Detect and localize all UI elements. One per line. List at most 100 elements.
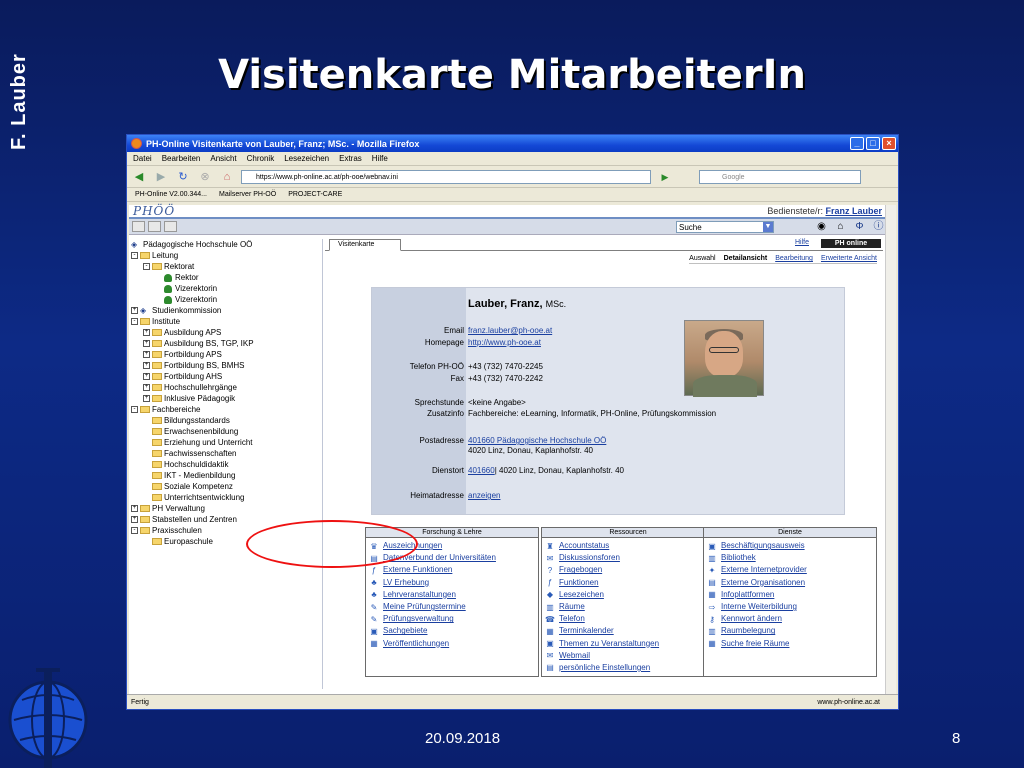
tab-visitenkarte[interactable]: Visitenkarte [329, 239, 401, 251]
panel-link[interactable]: ▥ Räume [545, 601, 711, 613]
tree-item[interactable]: Hochschuldidaktik [131, 459, 322, 470]
home-icon[interactable]: ⌂ [219, 169, 235, 185]
tree-item[interactable]: + ◈ Studienkommission [131, 305, 322, 316]
minimize-button[interactable]: _ [850, 137, 864, 150]
tree-item[interactable]: - Institute [131, 316, 322, 327]
panel-link[interactable]: ◆ Lesezeichen [545, 589, 711, 601]
panel-link[interactable]: ▥ Raumbelegung [707, 625, 873, 637]
tab-detailansicht[interactable]: Detailansicht [724, 255, 768, 262]
panel-link[interactable]: ⚷ Kennwort ändern [707, 613, 873, 625]
menu-ansicht[interactable]: Ansicht [210, 154, 236, 163]
reload-icon[interactable]: ↻ [175, 169, 191, 185]
tree-item[interactable]: Bildungsstandards [131, 415, 322, 426]
tree-item[interactable]: + Fortbildung APS [131, 349, 322, 360]
url-bar[interactable]: https://www.ph-online.ac.at/ph-ooe/webna… [241, 169, 651, 184]
collapse-icon[interactable]: - [131, 252, 138, 259]
panel-link[interactable]: ♣ Lehrveranstaltungen [369, 589, 535, 601]
tree-item[interactable]: - Rektorat [131, 261, 322, 272]
collapse-icon[interactable]: - [143, 263, 150, 270]
panel-link[interactable]: ƒ Externe Funktionen [369, 564, 535, 576]
expand-icon[interactable]: + [143, 373, 150, 380]
panel-link[interactable]: ▦ Infoplattformen [707, 589, 873, 601]
tree-item[interactable]: + Hochschullehrgänge [131, 382, 322, 393]
panel-link[interactable]: ✦ Externe Internetprovider [707, 564, 873, 576]
search-input[interactable]: Google [699, 169, 861, 184]
collapse-icon[interactable]: - [131, 406, 138, 413]
menu-bearbeiten[interactable]: Bearbeiten [162, 154, 201, 163]
office-link[interactable]: 401660 [468, 466, 495, 475]
tab-erweiterte-ansicht[interactable]: Erweiterte Ansicht [821, 255, 877, 262]
expand-icon[interactable]: + [143, 395, 150, 402]
bookmark-ph-online[interactable]: PH-Online V2.00.344... [135, 191, 207, 198]
tree-item[interactable]: Fachwissenschaften [131, 448, 322, 459]
maximize-button[interactable]: □ [866, 137, 880, 150]
tree-item[interactable]: + Ausbildung APS [131, 327, 322, 338]
tree-item[interactable]: + Ausbildung BS, TGP, IKP [131, 338, 322, 349]
panel-link[interactable]: ⇨ Interne Weiterbildung [707, 601, 873, 613]
toggle-button-2[interactable] [148, 221, 161, 232]
forward-icon[interactable]: ▶ [153, 169, 169, 185]
close-button[interactable]: × [882, 137, 896, 150]
menu-lesezeichen[interactable]: Lesezeichen [284, 154, 329, 163]
vertical-scrollbar[interactable] [885, 205, 896, 695]
tree-item[interactable]: Erwachsenenbildung [131, 426, 322, 437]
panel-link[interactable]: ▣ Sachgebiete [369, 625, 535, 637]
tree-item[interactable]: + Fortbildung BS, BMHS [131, 360, 322, 371]
homepage-link[interactable]: http://www.ph-ooe.at [468, 338, 541, 348]
panel-link[interactable]: ✉ Webmail [545, 650, 711, 662]
panel-link[interactable]: ▣ Beschäftigungsausweis [707, 540, 873, 552]
expand-icon[interactable]: + [143, 384, 150, 391]
stop-icon[interactable]: ⊗ [197, 169, 213, 185]
expand-icon[interactable]: + [131, 516, 138, 523]
toggle-button-1[interactable] [132, 221, 145, 232]
tab-auswahl[interactable]: Auswahl [689, 255, 715, 262]
tree-item[interactable]: Rektor [131, 272, 322, 283]
expand-icon[interactable]: + [143, 340, 150, 347]
glasses-icon[interactable]: ◉ [814, 221, 829, 233]
panel-link[interactable]: ✎ Prüfungsverwaltung [369, 613, 535, 625]
collapse-icon[interactable]: - [131, 318, 138, 325]
tree-item[interactable]: ◈ Pädagogische Hochschule OÖ [131, 239, 322, 250]
collapse-icon[interactable]: - [131, 527, 138, 534]
panel-link[interactable]: ✎ Meine Prüfungstermine [369, 601, 535, 613]
tree-item[interactable]: + PH Verwaltung [131, 503, 322, 514]
panel-link[interactable]: ✉ Diskussionsforen [545, 552, 711, 564]
expand-icon[interactable]: + [143, 362, 150, 369]
expand-icon[interactable]: + [143, 351, 150, 358]
panel-link[interactable]: ♣ LV Erhebung [369, 577, 535, 589]
expand-icon[interactable]: + [131, 505, 138, 512]
panel-link[interactable]: ? Fragebogen [545, 564, 711, 576]
go-icon[interactable]: ▶ [657, 169, 673, 185]
panel-link[interactable]: ♜ Accountstatus [545, 540, 711, 552]
tree-item[interactable]: Unterrichtsentwicklung [131, 492, 322, 503]
info-icon[interactable]: ⓘ [871, 221, 886, 233]
toggle-button-3[interactable] [164, 221, 177, 232]
tree-item[interactable]: Vizerektorin [131, 283, 322, 294]
home-address-link[interactable]: anzeigen [468, 491, 500, 501]
user-name-link[interactable]: Franz Lauber [825, 206, 882, 216]
search-select[interactable]: Suche ▼ [676, 220, 774, 233]
tab-bearbeitung[interactable]: Bearbeitung [775, 255, 813, 262]
menu-hilfe[interactable]: Hilfe [372, 154, 388, 163]
expand-icon[interactable]: + [131, 307, 138, 314]
back-icon[interactable]: ◀ [131, 169, 147, 185]
tree-item[interactable]: - Fachbereiche [131, 404, 322, 415]
expand-icon[interactable]: + [143, 329, 150, 336]
help-link[interactable]: Hilfe [795, 239, 809, 246]
panel-link[interactable]: ☎ Telefon [545, 613, 711, 625]
bookmark-mailserver[interactable]: Mailserver PH-OÖ [219, 191, 276, 198]
panel-link[interactable]: ƒ Funktionen [545, 577, 711, 589]
ph-logo-icon[interactable]: Φ [852, 221, 867, 233]
tree-item[interactable]: - Leitung [131, 250, 322, 261]
panel-link[interactable]: ▥ Bibliothek [707, 552, 873, 564]
postal-link[interactable]: 401660 Pädagogische Hochschule OÖ [468, 436, 606, 446]
menu-chronik[interactable]: Chronik [247, 154, 275, 163]
email-link[interactable]: franz.lauber@ph-ooe.at [468, 326, 552, 336]
tree-item[interactable]: + Inklusive Pädagogik [131, 393, 322, 404]
tree-item[interactable]: Erziehung und Unterricht [131, 437, 322, 448]
home-icon[interactable]: ⌂ [833, 221, 848, 233]
panel-link[interactable]: ▦ Veröffentlichungen [369, 638, 535, 650]
bookmark-project-care[interactable]: PROJECT-CARE [288, 191, 342, 198]
panel-link[interactable]: ▦ Terminkalender [545, 625, 711, 637]
panel-link[interactable]: ▣ Themen zu Veranstaltungen [545, 638, 711, 650]
